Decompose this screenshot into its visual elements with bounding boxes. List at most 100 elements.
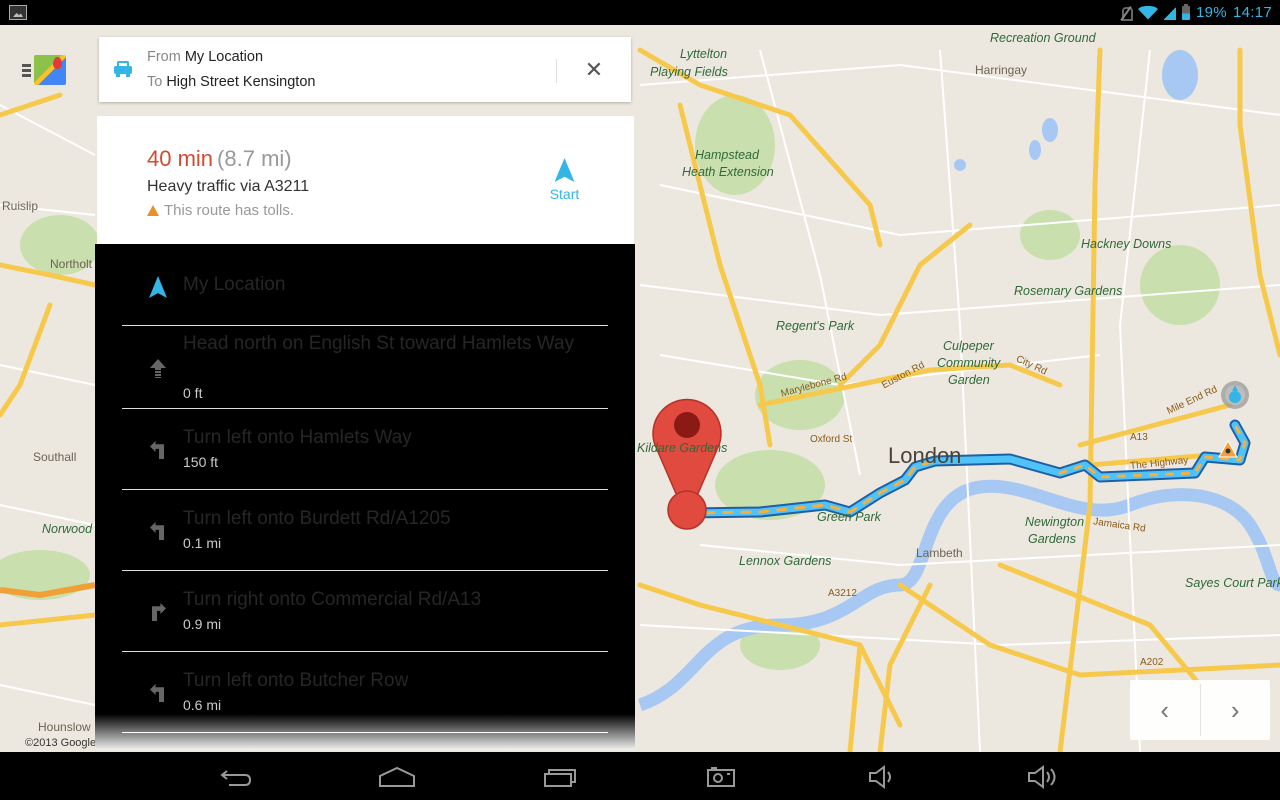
back-button[interactable] [218,764,254,790]
city-label: London [888,443,962,468]
map-label: Hounslow [38,720,91,734]
straight-arrow-icon [150,359,166,379]
map-label: A3212 [828,588,857,599]
map-label: Lennox Gardens [739,554,832,568]
route-summary[interactable]: 40 min (8.7 mi) Heavy traffic via A3211 T… [97,116,634,244]
navigation-arrow-icon [554,158,575,182]
divider [556,59,557,83]
map-label: Oxford St [810,434,853,445]
map-label: Heath Extension [682,165,774,179]
map-label: Lyttelton [680,47,728,61]
map-label: Culpeper [943,339,994,353]
chevron-right-icon: › [1230,694,1240,725]
directions-header: From My Location To High Street Kensington… [99,37,631,102]
to-value: High Street Kensington [166,74,316,90]
wifi-icon [1138,5,1159,20]
step-pager: ‹ › [1130,680,1270,740]
clock: 14:17 [1232,4,1272,21]
battery-icon [1182,3,1191,20]
directions-steps-list[interactable]: My Location Head north on English St tow… [95,244,635,750]
volume-down-icon [869,765,891,789]
map-label: Hackney Downs [1081,237,1172,251]
map-label: A13 [1130,432,1148,443]
map-label: Sayes Court Park [1185,576,1280,590]
status-bar: 19% 14:17 [0,0,1280,25]
step-text: Turn left onto Butcher Row [183,670,409,691]
my-location-marker [1221,381,1249,409]
map-label: Rosemary Gardens [1014,284,1123,298]
map-label: Community [937,356,1001,370]
map-label: Northolt [50,257,93,271]
map-label: Green Park [817,510,881,524]
map-copyright: ©2013 Google [25,737,97,749]
step-item[interactable]: Turn left onto Burdett Rd/A1205 0.1 mi [122,490,608,571]
mute-icon [1120,6,1134,21]
traffic-info: Heavy traffic via A3211 [147,178,310,195]
battery-percent: 19% [1196,4,1227,21]
previous-step-button[interactable]: ‹ [1130,680,1200,740]
step-item[interactable]: Head north on English St toward Hamlets … [122,326,608,409]
step-item[interactable]: Turn right onto Commercial Rd/A13 0.9 mi [122,571,608,652]
volume-up-button[interactable] [1026,764,1064,790]
recent-apps-button[interactable] [542,764,578,790]
recent-apps-icon [544,769,576,787]
start-label: Start [549,186,580,202]
location-arrow-icon [149,276,167,298]
map-label: Gardens [1028,532,1076,546]
home-icon [379,766,415,787]
volume-down-button[interactable] [866,764,900,790]
screenshot-button[interactable] [704,764,738,790]
turn-right-icon [150,603,166,621]
map-label: Southall [33,450,77,464]
duration-value: 40 min [147,146,214,171]
image-notification-icon[interactable] [9,5,27,20]
screenshot-icon [707,767,735,787]
turn-left-icon [150,441,166,459]
distance-value: (8.7 mi) [217,146,292,171]
home-button[interactable] [378,764,416,790]
map-label: Recreation Ground [990,31,1096,45]
step-distance: 150 ft [183,454,219,470]
step-distance: 0.1 mi [183,535,222,551]
step-text: Turn left onto Hamlets Way [183,427,412,448]
map-label: Regent's Park [776,319,855,333]
map-label: Newington [1025,515,1085,529]
step-item[interactable]: Turn left onto Hamlets Way 150 ft [122,409,608,490]
chevron-left-icon: ‹ [1160,694,1170,725]
turn-left-icon [150,684,166,702]
warning-icon [147,205,159,216]
close-button[interactable]: ✕ [579,55,609,85]
turn-left-icon [150,522,166,540]
step-text: My Location [183,274,286,295]
step-distance: 0.6 mi [183,697,222,713]
to-field[interactable]: To High Street Kensington [147,74,315,90]
from-field[interactable]: From My Location [147,49,263,65]
back-icon [220,770,252,786]
next-step-button[interactable]: › [1201,680,1271,740]
route-duration: 40 min (8.7 mi) [147,146,292,172]
tolls-text: This route has tolls. [164,202,295,219]
map-label: A202 [1140,657,1164,668]
step-text: Head north on English St toward Hamlets … [183,333,575,354]
step-text: Turn left onto Burdett Rd/A1205 [183,508,451,529]
map-label: Lambeth [916,546,963,560]
close-icon: ✕ [584,57,604,82]
map-label: Harringay [975,63,1028,77]
from-value: My Location [184,49,264,65]
car-icon[interactable] [114,61,132,77]
map-label: Ruislip [2,199,39,213]
map-label: Kildare Gardens [637,441,728,455]
tolls-warning: This route has tolls. [147,202,294,219]
hamburger-icon[interactable] [22,63,31,77]
map-label: Hampstead [695,148,759,162]
signal-icon [1164,5,1177,20]
to-label: To [147,74,163,90]
maps-app-logo[interactable] [22,55,66,85]
start-navigation-button[interactable]: Start [537,158,592,202]
system-nav-bar [0,752,1280,800]
step-distance: 0 ft [183,385,203,401]
volume-up-icon [1028,765,1056,789]
divider [122,732,608,733]
step-item[interactable]: My Location [122,244,608,326]
map-label: Garden [948,373,990,387]
